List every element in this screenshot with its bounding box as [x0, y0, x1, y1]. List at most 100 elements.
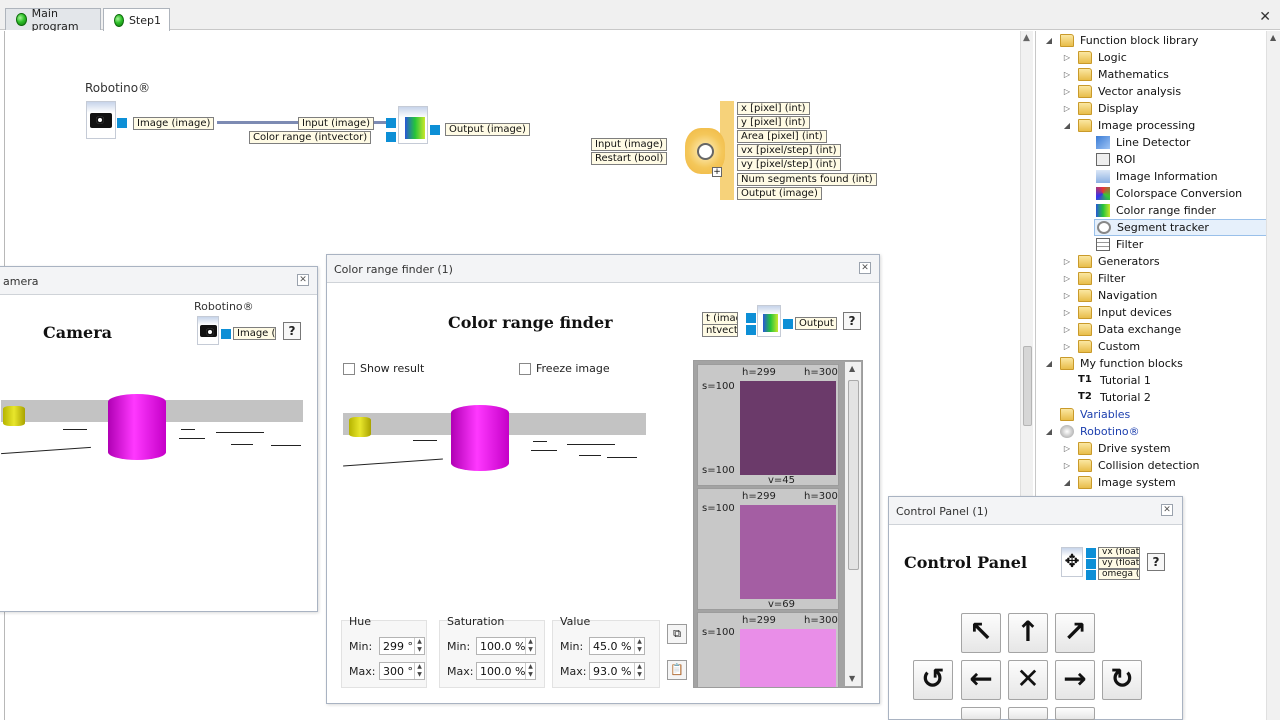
crf-input-port[interactable] [386, 118, 396, 128]
tree-item-roi[interactable]: ROI [1096, 151, 1136, 168]
scroll-up-icon[interactable]: ▲ [1023, 33, 1030, 43]
move-forward-button[interactable]: ↑ [1008, 613, 1048, 653]
expand-arrow-icon[interactable]: ▷ [1062, 308, 1072, 317]
crf-image-view[interactable] [343, 383, 646, 608]
swatch-list-scrollbar[interactable]: ▲ ▼ [845, 362, 861, 686]
checkbox-box[interactable] [343, 362, 355, 375]
paste-button[interactable]: 📋 [667, 660, 687, 680]
close-window-icon[interactable]: ✕ [297, 274, 309, 286]
scrollbar-thumb[interactable] [848, 380, 859, 570]
spin-arrows-icon[interactable]: ▲ ▼ [634, 663, 644, 679]
tree-item-robotino[interactable]: ◢ Robotino® [1044, 423, 1140, 440]
help-button[interactable]: ? [283, 322, 301, 340]
scroll-up-icon[interactable]: ▲ [849, 364, 855, 373]
control-panel-window[interactable]: Control Panel (1) ✕ Control Panel ✥ vx (… [888, 496, 1183, 720]
rotate-left-button[interactable]: ↺ [913, 660, 953, 700]
show-result-checkbox[interactable]: Show result [343, 362, 424, 375]
expand-arrow-icon[interactable]: ▷ [1062, 461, 1072, 470]
color-swatch[interactable]: h=299 h=300 s=100 s=100 v=45 [697, 364, 839, 486]
expand-arrow-icon[interactable]: ▷ [1062, 444, 1072, 453]
tree-item-variables[interactable]: Variables [1060, 406, 1130, 423]
tree-item-function-block-library[interactable]: ◢ Function block library [1044, 32, 1198, 49]
color-swatch-list[interactable]: h=299 h=300 s=100 s=100 v=45 h=299 h=300… [693, 360, 863, 688]
expand-arrow-icon[interactable]: ▷ [1062, 87, 1072, 96]
close-tab-icon[interactable]: ✕ [1259, 9, 1271, 25]
collapse-arrow-icon[interactable]: ◢ [1044, 359, 1054, 368]
expand-arrow-icon[interactable]: ▷ [1062, 257, 1072, 266]
tree-item-display[interactable]: ▷ Display [1062, 100, 1139, 117]
scroll-up-icon[interactable]: ▲ [1270, 33, 1276, 42]
tree-item-line-detector[interactable]: Line Detector [1096, 134, 1190, 151]
tree-item-filter[interactable]: Filter [1096, 236, 1143, 253]
tree-item-mathematics[interactable]: ▷ Mathematics [1062, 66, 1169, 83]
tree-item-image-processing[interactable]: ◢ Image processing [1062, 117, 1195, 134]
tree-item-data-exchange[interactable]: ▷ Data exchange [1062, 321, 1181, 338]
copy-button[interactable]: ⧉ [667, 624, 687, 644]
freeze-image-checkbox[interactable]: Freeze image [519, 362, 610, 375]
move-down-right-button[interactable] [1055, 707, 1095, 720]
tree-item-tutorial-2[interactable]: T2 Tutorial 2 [1078, 389, 1151, 406]
expand-arrow-icon[interactable]: ▷ [1062, 274, 1072, 283]
tree-item-input-devices[interactable]: ▷ Input devices [1062, 304, 1172, 321]
hue-max-spinbox[interactable]: 300 ° ▲ ▼ [379, 662, 425, 680]
camera-window[interactable]: amera ✕ Camera Robotino® Image (in ? [0, 266, 318, 612]
tree-item-segment-tracker[interactable]: Segment tracker [1094, 219, 1277, 236]
spin-arrows-icon[interactable]: ▲ ▼ [414, 663, 424, 679]
tree-item-navigation[interactable]: ▷ Navigation [1062, 287, 1157, 304]
color-swatch[interactable]: h=299 h=300 s=100 v=69 [697, 488, 839, 610]
tree-item-drive-system[interactable]: ▷ Drive system [1062, 440, 1171, 457]
tree-item-my-function-blocks[interactable]: ◢ My function blocks [1044, 355, 1183, 372]
move-right-button[interactable]: → [1055, 660, 1095, 700]
camera-block[interactable] [86, 101, 116, 139]
tree-item-image-system[interactable]: ◢ Image system [1062, 474, 1176, 491]
saturation-min-spinbox[interactable]: 100.0 % ▲ ▼ [476, 637, 536, 655]
tree-item-custom[interactable]: ▷ Custom [1062, 338, 1140, 355]
tree-item-image-information[interactable]: Image Information [1096, 168, 1218, 185]
move-left-button[interactable]: ← [961, 660, 1001, 700]
value-min-spinbox[interactable]: 45.0 % ▲ ▼ [589, 637, 645, 655]
expand-arrow-icon[interactable]: ▷ [1062, 104, 1072, 113]
move-down-left-button[interactable] [961, 707, 1001, 720]
collapse-arrow-icon[interactable]: ◢ [1044, 36, 1054, 45]
expand-arrow-icon[interactable]: ▷ [1062, 325, 1072, 334]
value-max-spinbox[interactable]: 93.0 % ▲ ▼ [589, 662, 645, 680]
close-window-icon[interactable]: ✕ [1161, 504, 1173, 516]
collapse-arrow-icon[interactable]: ◢ [1062, 478, 1072, 487]
move-up-right-button[interactable]: ↗ [1055, 613, 1095, 653]
expand-arrow-icon[interactable]: ▷ [1062, 70, 1072, 79]
tree-item-tutorial-1[interactable]: T1 Tutorial 1 [1078, 372, 1151, 389]
scrollbar-thumb[interactable] [1023, 346, 1032, 426]
move-up-left-button[interactable]: ↖ [961, 613, 1001, 653]
tab-main-program[interactable]: Main program [5, 7, 101, 33]
crf-output-port[interactable] [430, 125, 440, 135]
spin-arrows-icon[interactable]: ▲ ▼ [525, 663, 535, 679]
spin-arrows-icon[interactable]: ▲ ▼ [414, 638, 424, 654]
expand-arrow-icon[interactable]: ▷ [1062, 342, 1072, 351]
help-button[interactable]: ? [1147, 553, 1165, 571]
collapse-arrow-icon[interactable]: ◢ [1062, 121, 1072, 130]
expand-arrow-icon[interactable]: ▷ [1062, 53, 1072, 62]
tree-item-generators[interactable]: ▷ Generators [1062, 253, 1160, 270]
scroll-down-icon[interactable]: ▼ [849, 674, 855, 683]
tab-step1[interactable]: Step1 [103, 8, 170, 31]
collapse-arrow-icon[interactable]: ◢ [1044, 427, 1054, 436]
expand-plus-icon[interactable]: + [712, 167, 722, 177]
saturation-max-spinbox[interactable]: 100.0 % ▲ ▼ [476, 662, 536, 680]
crf-input-port[interactable] [386, 132, 396, 142]
tree-item-colorspace-conversion[interactable]: Colorspace Conversion [1096, 185, 1242, 202]
color-swatch[interactable]: h=299 h=300 s=100 [697, 612, 839, 687]
tree-item-filter-folder[interactable]: ▷ Filter [1062, 270, 1125, 287]
close-window-icon[interactable]: ✕ [859, 262, 871, 274]
tree-vertical-scrollbar[interactable]: ▲ [1266, 31, 1280, 720]
tree-item-color-range-finder[interactable]: Color range finder [1096, 202, 1216, 219]
spin-arrows-icon[interactable]: ▲ ▼ [525, 638, 535, 654]
spin-arrows-icon[interactable]: ▲ ▼ [634, 638, 644, 654]
move-back-button[interactable] [1008, 707, 1048, 720]
color-range-finder-block[interactable] [398, 106, 428, 144]
tree-item-logic[interactable]: ▷ Logic [1062, 49, 1127, 66]
help-button[interactable]: ? [843, 312, 861, 330]
hue-min-spinbox[interactable]: 299 ° ▲ ▼ [379, 637, 425, 655]
tree-item-vector-analysis[interactable]: ▷ Vector analysis [1062, 83, 1181, 100]
tree-item-collision-detection[interactable]: ▷ Collision detection [1062, 457, 1200, 474]
expand-arrow-icon[interactable]: ▷ [1062, 291, 1072, 300]
